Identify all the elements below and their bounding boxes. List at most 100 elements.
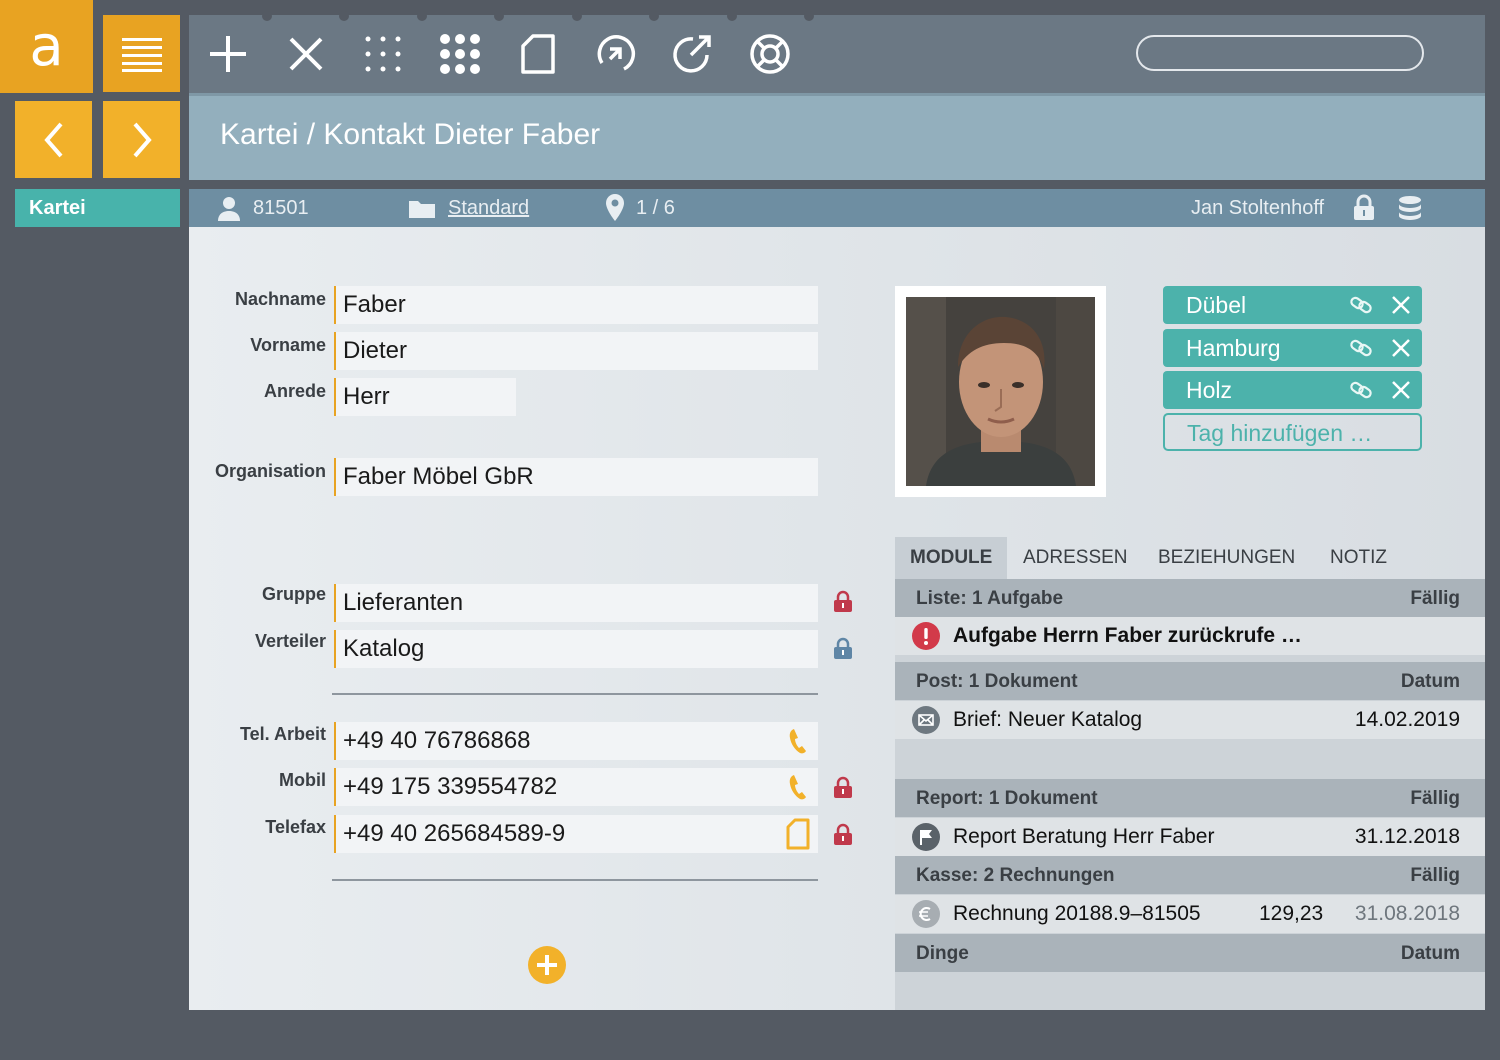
chevron-right-icon xyxy=(132,122,152,157)
phone-icon[interactable] xyxy=(788,727,808,755)
tab-adressen[interactable]: ADRESSEN xyxy=(1023,537,1128,579)
app-logo[interactable]: a xyxy=(0,0,93,93)
anrede-field[interactable]: Herr xyxy=(334,378,516,416)
report-date: 31.12.2018 xyxy=(1354,825,1460,848)
link-icon[interactable] xyxy=(1349,294,1373,316)
document-date: 14.02.2019 xyxy=(1354,708,1460,731)
info-bar: 81501 Standard 1 / 6 Jan Stoltenhoff xyxy=(189,189,1485,227)
gruppe-field[interactable]: Lieferanten xyxy=(334,584,818,622)
link-icon[interactable] xyxy=(1349,337,1373,359)
page-title: Kartei / Kontakt Dieter Faber xyxy=(220,118,601,151)
list-item[interactable]: Report Beratung Herr Faber 31.12.2018 xyxy=(895,818,1485,856)
tag-label: Dübel xyxy=(1186,292,1247,318)
add-tag-input[interactable]: Tag hinzufügen … xyxy=(1163,413,1422,451)
module-column-label: Datum xyxy=(1400,943,1460,964)
close-icon[interactable] xyxy=(285,33,327,75)
remove-tag-icon[interactable] xyxy=(1391,338,1411,358)
dots-grid-small-icon[interactable] xyxy=(362,33,404,75)
add-tag-label: Tag hinzufügen … xyxy=(1187,420,1373,446)
tag-chip[interactable]: Dübel xyxy=(1163,286,1422,324)
invoice-title: Rechnung 20188.9–81505 xyxy=(953,902,1201,925)
next-button[interactable] xyxy=(103,101,180,178)
document-icon[interactable] xyxy=(517,33,559,75)
nachname-label: Nachname xyxy=(234,289,326,309)
telefax-field[interactable]: +49 40 265684589-9 xyxy=(334,815,818,853)
organisation-label: Organisation xyxy=(214,461,326,481)
verteiler-field[interactable]: Katalog xyxy=(334,630,818,668)
add-icon[interactable] xyxy=(207,33,249,75)
divider xyxy=(332,879,818,881)
tab-module[interactable]: MODULE xyxy=(895,537,1008,579)
dots-grid-large-icon[interactable] xyxy=(439,33,481,75)
module-title: Dinge xyxy=(916,943,969,964)
task-title: Aufgabe Herrn Faber zurückrufe … xyxy=(953,624,1302,647)
module-header-liste[interactable]: Liste: 1 Aufgabe Fällig xyxy=(895,579,1485,617)
module-panel: Liste: 1 Aufgabe Fällig Aufgabe Herrn Fa… xyxy=(895,579,1485,1010)
record-position: 1 / 6 xyxy=(636,197,675,219)
nachname-field[interactable]: Faber xyxy=(334,286,818,324)
tag-label: Hamburg xyxy=(1186,335,1281,361)
module-header-dinge[interactable]: Dinge Datum xyxy=(895,934,1485,972)
report-title: Report Beratung Herr Faber xyxy=(953,825,1215,848)
remove-tag-icon[interactable] xyxy=(1391,380,1411,400)
refresh-arrow-icon[interactable] xyxy=(594,33,636,75)
module-column-label: Datum xyxy=(1400,671,1460,692)
toolbar-notch xyxy=(494,11,504,21)
list-item[interactable]: Aufgabe Herrn Faber zurückrufe … xyxy=(895,617,1485,655)
user-icon xyxy=(218,197,240,221)
toolbar-notch xyxy=(417,11,427,21)
tab-notiz[interactable]: NOTIZ xyxy=(1330,537,1387,579)
toolbar-notch xyxy=(727,11,737,21)
list-icon xyxy=(121,37,162,72)
lock-red-icon[interactable] xyxy=(833,590,853,612)
lock-icon[interactable] xyxy=(1353,194,1375,221)
module-title: Liste: 1 Aufgabe xyxy=(916,588,1064,609)
mobil-field[interactable]: +49 175 339554782 xyxy=(334,768,818,806)
module-header-kasse[interactable]: Kasse: 2 Rechnungen Fällig xyxy=(895,856,1485,894)
tel-arbeit-field[interactable]: +49 40 76786868 xyxy=(334,722,818,760)
search-input[interactable] xyxy=(1136,35,1424,71)
toolbar-notch xyxy=(572,11,582,21)
fax-document-icon[interactable] xyxy=(786,818,810,850)
alert-icon xyxy=(912,622,940,650)
list-item[interactable]: Rechnung 20188.9–81505 129,23 31.08.2018 xyxy=(895,895,1485,933)
share-icon[interactable] xyxy=(671,33,713,75)
sidebar-item-kartei[interactable]: Kartei xyxy=(15,189,180,227)
vorname-label: Vorname xyxy=(250,335,326,355)
module-column-label: Fällig xyxy=(1410,588,1460,609)
mobil-label: Mobil xyxy=(279,770,326,790)
vorname-field[interactable]: Dieter xyxy=(334,332,818,370)
database-icon[interactable] xyxy=(1398,195,1422,221)
location-pin-icon xyxy=(606,194,624,221)
lock-red-icon[interactable] xyxy=(833,823,853,845)
help-lifebuoy-icon[interactable] xyxy=(749,33,791,75)
tel-arbeit-label: Tel. Arbeit xyxy=(239,724,326,744)
add-field-button[interactable] xyxy=(527,945,567,985)
module-column-label: Fällig xyxy=(1410,865,1460,886)
list-item[interactable]: Brief: Neuer Katalog 14.02.2019 xyxy=(895,701,1485,739)
flag-icon xyxy=(912,823,940,851)
category-link[interactable]: Standard xyxy=(448,197,529,220)
toolbar-notch xyxy=(339,11,349,21)
toolbar-notch xyxy=(649,11,659,21)
phone-icon[interactable] xyxy=(788,773,808,801)
anrede-label: Anrede xyxy=(263,381,326,401)
tag-chip[interactable]: Holz xyxy=(1163,371,1422,409)
menu-button[interactable] xyxy=(103,15,180,92)
lock-blue-icon[interactable] xyxy=(833,637,853,659)
contact-photo[interactable] xyxy=(895,286,1106,497)
link-icon[interactable] xyxy=(1349,379,1373,401)
organisation-field[interactable]: Faber Möbel GbR xyxy=(334,458,818,496)
document-title: Brief: Neuer Katalog xyxy=(953,708,1143,731)
tab-beziehungen[interactable]: BEZIEHUNGEN xyxy=(1158,537,1295,579)
module-header-post[interactable]: Post: 1 Dokument Datum xyxy=(895,662,1485,700)
logo-letter: a xyxy=(29,14,64,79)
tag-chip[interactable]: Hamburg xyxy=(1163,329,1422,367)
remove-tag-icon[interactable] xyxy=(1391,295,1411,315)
portrait-drawing xyxy=(906,297,1095,486)
chevron-left-icon xyxy=(43,122,63,157)
module-header-report[interactable]: Report: 1 Dokument Fällig xyxy=(895,779,1485,817)
previous-button[interactable] xyxy=(15,101,92,178)
tag-label: Holz xyxy=(1186,377,1233,403)
lock-red-icon[interactable] xyxy=(833,776,853,798)
